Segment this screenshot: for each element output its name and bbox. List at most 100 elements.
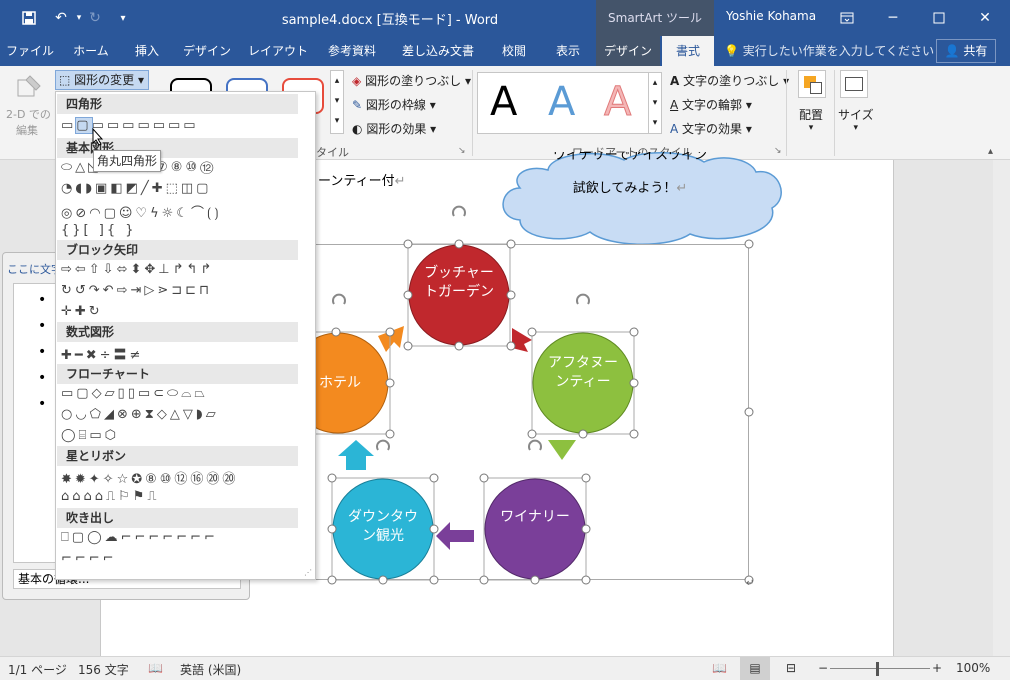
text-effects-button[interactable]: A 文字の効果 ▾: [670, 120, 752, 137]
stars-row-2[interactable]: ⌂⌂⌂⌂⎍⚐⚑⎍: [61, 489, 160, 504]
flowchart-row-3[interactable]: ◯⌸▭⬡: [61, 428, 119, 443]
bullet: •: [38, 396, 47, 412]
word-count[interactable]: 156 文字: [78, 661, 129, 678]
block-arrows-row-1[interactable]: ⇨⇦⇧⇩⬄⬍✥⊥↱↰↱: [61, 262, 214, 277]
tab-mailings[interactable]: 差し込み文書: [390, 36, 486, 66]
equation-shapes-row[interactable]: ✚━✖÷〓≠: [61, 344, 143, 363]
tab-home[interactable]: ホーム: [60, 36, 122, 66]
save-icon[interactable]: [18, 8, 40, 28]
cloud-text-line-1: ワイナリーでアイスワイン: [553, 152, 707, 163]
text-line: ーンティー付: [318, 174, 395, 189]
proofing-icon[interactable]: 📖: [148, 661, 163, 675]
smartart-tools-label: SmartArt ツール: [596, 0, 714, 36]
tab-review[interactable]: 校閲: [486, 36, 542, 66]
tab-design[interactable]: デザイン: [172, 36, 242, 66]
node-winery[interactable]: [484, 478, 586, 580]
read-mode-icon[interactable]: 📖: [712, 661, 727, 675]
rectangle-shapes-row[interactable]: ▭▢▭▭▭▭▭▭▭: [61, 117, 199, 134]
language[interactable]: 英語 (米国): [180, 661, 241, 678]
tab-view[interactable]: 表示: [542, 36, 594, 66]
text-fill-button[interactable]: A 文字の塗りつぶし ▾: [670, 72, 789, 89]
wordart-style-blue[interactable]: A: [548, 79, 575, 125]
shape-styles-launcher-icon[interactable]: ↘: [458, 146, 466, 156]
wordart-style-black[interactable]: A: [490, 79, 517, 125]
tab-layout[interactable]: レイアウト: [242, 36, 314, 66]
change-shape-icon: ⬚: [59, 73, 71, 87]
vertical-scrollbar[interactable]: [993, 160, 1010, 656]
text-pane-header: ここに文字: [7, 263, 62, 276]
print-layout-icon[interactable]: ▤: [740, 657, 770, 680]
wordart-gallery-scroll[interactable]: ▴ ▾ ▾: [648, 72, 662, 134]
paint-bucket-icon: ◈: [352, 74, 362, 88]
block-arrows-row-2[interactable]: ↻↺↷↶⇨⇥▷⋗⊐⊏⊓: [61, 283, 212, 298]
collapse-ribbon-icon[interactable]: ▴: [988, 146, 993, 157]
arrange-button[interactable]: 配置 ▾: [796, 70, 826, 133]
document-text-line[interactable]: ーンティー付↵: [318, 170, 405, 189]
minimize-icon[interactable]: ─: [870, 0, 916, 36]
web-layout-icon[interactable]: ⊟: [786, 661, 796, 675]
change-shape-button[interactable]: ⬚ 図形の変更 ▾: [55, 70, 149, 90]
callouts-row-2[interactable]: ⌐⌐⌐⌐: [61, 551, 117, 566]
page-count[interactable]: 1/1 ページ: [8, 661, 67, 678]
zoom-level[interactable]: 100%: [956, 661, 990, 675]
redo-icon[interactable]: ↻: [84, 8, 106, 28]
node-winery-label: ワイナリー: [500, 509, 570, 525]
basic-shapes-row-3[interactable]: ◎⊘◠▢☺♡ϟ☼☾⌒⟮⟯: [61, 202, 222, 221]
wordart-gallery[interactable]: A A A: [477, 72, 661, 134]
shape-effects-button[interactable]: ◐ 図形の効果 ▾: [352, 120, 436, 137]
window-title: sample4.docx [互換モード] - Word: [281, 13, 499, 28]
flowchart-row-2[interactable]: ○◡⬠◢⊗⊕⧗◇△▽◗▱: [61, 407, 219, 422]
wordart-style-pink[interactable]: A: [603, 79, 631, 126]
zoom-slider-track[interactable]: [830, 668, 930, 669]
zoom-out-icon[interactable]: −: [818, 661, 828, 675]
shape-outline-button[interactable]: ✎ 図形の枠線 ▾: [352, 96, 436, 113]
person-icon: 👤: [944, 44, 960, 58]
tab-references[interactable]: 参考資料: [314, 36, 390, 66]
tell-me-box[interactable]: 💡 実行したい作業を入力してください: [724, 36, 934, 66]
tab-file[interactable]: ファイル: [0, 36, 60, 66]
zoom-in-icon[interactable]: +: [932, 661, 942, 675]
flowchart-row-1[interactable]: ▭▢◇▱▯▯▭⊂⬭⌓⏢: [61, 386, 208, 401]
tab-smartart-design[interactable]: デザイン: [596, 36, 660, 66]
section-flowchart: フローチャート: [57, 364, 298, 384]
section-stars-ribbons: 星とリボン: [57, 446, 298, 466]
status-bar: 1/1 ページ 156 文字 📖 英語 (米国) 📖 ▤ ⊟ − + 100%: [0, 656, 1010, 680]
shape-fill-button[interactable]: ◈ 図形の塗りつぶし ▾: [352, 72, 471, 89]
size-button[interactable]: サイズ ▾: [838, 70, 874, 133]
separator: [834, 70, 835, 156]
tell-me-text: 実行したい作業を入力してください: [742, 44, 935, 58]
resize-grip-icon[interactable]: ⋰: [304, 568, 312, 577]
text-outline-button[interactable]: A 文字の輪郭 ▾: [670, 96, 752, 113]
edit-2d-icon: [14, 72, 42, 103]
pencil-icon: ✎: [352, 98, 363, 112]
block-arrows-row-3[interactable]: ✛✚↻: [61, 304, 103, 319]
rounded-rectangle-shape[interactable]: ▢: [75, 117, 93, 134]
cloud-text: 試飲してみよう！: [572, 181, 677, 196]
tab-insert[interactable]: 挿入: [122, 36, 172, 66]
node-afternoon-tea-label: アフタヌーンティー: [548, 355, 618, 390]
shape-tooltip: 角丸四角形: [93, 150, 161, 172]
share-button[interactable]: 👤 共有: [936, 39, 996, 63]
user-name[interactable]: Yoshie Kohama: [726, 9, 816, 23]
callouts-row-1[interactable]: ⎕▢◯☁⌐⌐⌐⌐⌐⌐⌐: [61, 530, 218, 545]
size-label: サイズ: [838, 108, 874, 122]
stars-row-1[interactable]: ✸✹✦✧☆✪⑧⑩⑫⑯⑳⑳: [61, 468, 238, 487]
text-fill-icon: A: [670, 74, 680, 88]
edit-2d-label-1: 2-D での: [6, 108, 51, 121]
customize-qat-icon[interactable]: ▾: [112, 8, 134, 28]
share-label: 共有: [963, 44, 988, 58]
basic-shapes-row-2[interactable]: ◔◖◗▣◧◩╱✚⬚◫▢: [61, 181, 211, 196]
close-icon[interactable]: ✕: [962, 0, 1008, 36]
separator: [786, 70, 787, 156]
arrow-4-5: [338, 440, 374, 470]
ribbon-display-options-icon[interactable]: [824, 0, 870, 36]
tab-format[interactable]: 書式: [662, 36, 714, 66]
zoom-slider-thumb[interactable]: [876, 662, 879, 676]
maximize-icon[interactable]: [916, 0, 962, 36]
arrange-label: 配置: [798, 108, 823, 122]
bullet: •: [38, 344, 47, 360]
shape-styles-scroll[interactable]: ▴ ▾ ▾: [330, 70, 344, 134]
change-shape-label: 図形の変更: [74, 73, 135, 87]
basic-shapes-row-4[interactable]: {}[ ]{ }: [61, 223, 137, 238]
anchor-mark: ↵: [746, 578, 755, 589]
